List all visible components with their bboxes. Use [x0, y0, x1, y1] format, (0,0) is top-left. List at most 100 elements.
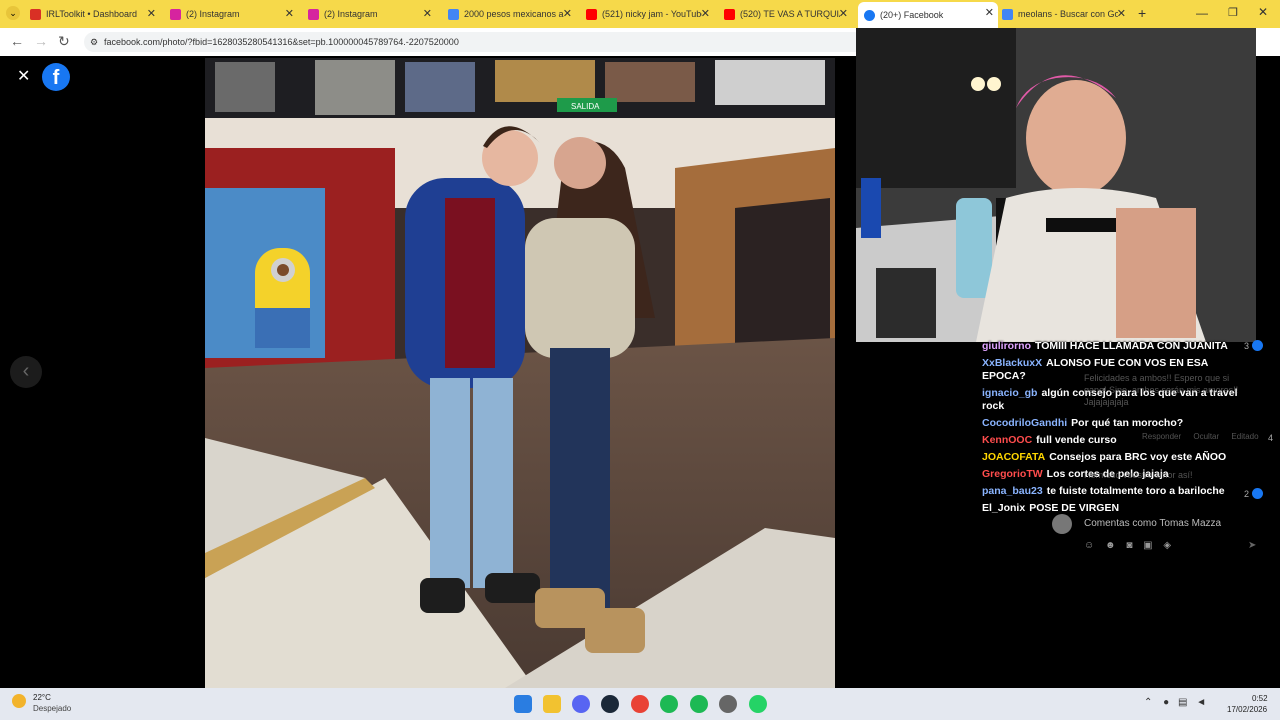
chevron-up-icon[interactable]: ⌃ — [1144, 697, 1152, 708]
whatsapp-icon[interactable] — [749, 695, 767, 713]
chat-username: giulirorno — [982, 340, 1031, 352]
send-icon[interactable]: ➤ — [1248, 540, 1256, 551]
instagram-icon — [170, 8, 181, 20]
microphone-icon[interactable]: ● — [1163, 697, 1169, 708]
tab-close-icon[interactable]: ✕ — [563, 7, 572, 20]
tab-title: meolans - Buscar con Go — [1018, 9, 1118, 19]
like-reaction-icon — [1252, 488, 1263, 499]
volume-icon[interactable]: ◄ — [1196, 697, 1206, 708]
chat-message: giulirorno TOMIII HACE LLAMADA CON JUANIT… — [982, 340, 1250, 353]
chat-username: ignacio_gb — [982, 387, 1038, 399]
close-viewer-button[interactable]: ✕ — [17, 66, 30, 86]
webcam-overlay — [856, 28, 1256, 342]
steam-icon[interactable] — [601, 695, 619, 713]
tab[interactable]: (520) TE VAS A TURQUIA ✕ — [724, 3, 852, 25]
chat-username: El_Jonix — [982, 502, 1026, 514]
comment-actions: Responder Ocultar Editado — [1142, 432, 1259, 441]
gif-icon[interactable]: ▣ — [1143, 540, 1152, 551]
google-icon — [1002, 8, 1013, 20]
reload-button[interactable]: ↻ — [58, 33, 70, 50]
like-reaction-icon — [1252, 340, 1263, 351]
chat-text: TOMIII HACE LLAMADA CON JUANITA — [1035, 340, 1228, 352]
tab[interactable]: IRLToolkit • Dashboard ✕ — [30, 3, 160, 25]
discord-icon[interactable] — [572, 695, 590, 713]
reaction-count: 3 — [1244, 341, 1250, 351]
tab-close-icon[interactable]: ✕ — [985, 6, 994, 19]
file-explorer-icon[interactable] — [543, 695, 561, 713]
commenter-avatar — [1052, 514, 1072, 534]
tab-bar: ⌄ IRLToolkit • Dashboard ✕ (2) Instagram… — [0, 0, 1280, 28]
tab-close-icon[interactable]: ✕ — [285, 7, 294, 20]
maximize-button[interactable]: ❐ — [1228, 6, 1238, 19]
chat-text: Consejos para BRC voy este AÑOO — [1049, 451, 1227, 463]
sticker-icon[interactable]: ◈ — [1163, 540, 1171, 551]
chat-message: JOACOFATA Consejos para BRC voy este AÑOO — [982, 451, 1250, 464]
tab[interactable]: (2) Instagram ✕ — [170, 3, 298, 25]
tab-close-icon[interactable]: ✕ — [423, 7, 432, 20]
facebook-icon — [864, 9, 875, 21]
webcam-image — [856, 28, 1256, 342]
spotify-icon[interactable] — [690, 695, 708, 713]
chat-username: XxBlackuxX — [982, 357, 1043, 369]
chat-username: GregorioTW — [982, 468, 1043, 480]
camera-icon[interactable]: ◙ — [1126, 540, 1132, 551]
google-icon — [448, 8, 459, 20]
clock-time[interactable]: 0:52 — [1252, 694, 1268, 703]
start-button[interactable] — [514, 695, 532, 713]
network-icon[interactable]: ▤ — [1178, 697, 1187, 708]
chat-text: te fuiste totalmente toro a bariloche — [1046, 485, 1225, 497]
settings-icon[interactable] — [719, 695, 737, 713]
hide-link[interactable]: Ocultar — [1193, 432, 1219, 441]
back-button[interactable]: ← — [10, 33, 24, 49]
tab[interactable]: meolans - Buscar con Go ✕ — [1002, 3, 1130, 25]
tab[interactable]: (2) Instagram ✕ — [308, 3, 436, 25]
reply-link[interactable]: Responder — [1142, 432, 1181, 441]
weather-condition: Despejado — [33, 704, 72, 713]
avatar-sticker-icon[interactable]: ☺ — [1084, 540, 1094, 551]
window-close-button[interactable]: ✕ — [1258, 5, 1268, 19]
new-tab-button[interactable]: + — [1138, 5, 1146, 21]
url-text: facebook.com/photo/?fbid=162803528054131… — [104, 37, 459, 47]
comment-text: Felicidades a ambos!! Espero que si gane… — [1084, 373, 1239, 407]
tab[interactable]: 2000 pesos mexicanos a c ✕ — [448, 3, 576, 25]
tab-list-button[interactable]: ⌄ — [6, 6, 20, 20]
tab-close-icon[interactable]: ✕ — [147, 7, 156, 20]
tab-favicon-icon — [30, 8, 41, 20]
tab-title: (2) Instagram — [186, 9, 240, 19]
previous-photo-button[interactable]: ‹ — [10, 356, 42, 388]
salida-sign: SALIDA — [571, 102, 600, 111]
tab-title: (520) TE VAS A TURQUIA — [740, 9, 840, 19]
chrome-icon[interactable] — [631, 695, 649, 713]
tab-title: (20+) Facebook — [880, 10, 944, 20]
site-info-icon[interactable]: ⚙ — [90, 32, 98, 52]
weather-icon — [12, 694, 26, 708]
forward-button[interactable]: → — [34, 33, 48, 49]
tab-close-icon[interactable]: ✕ — [839, 7, 848, 20]
facebook-logo[interactable]: f — [42, 63, 70, 91]
tab[interactable]: (521) nicky jam - YouTube ✕ — [586, 3, 714, 25]
tab-title: (2) Instagram — [324, 9, 378, 19]
chat-username: KennOOC — [982, 434, 1033, 446]
chat-text: full vende curso — [1036, 434, 1117, 446]
reaction-count: 4 — [1268, 433, 1274, 443]
tab-close-icon[interactable]: ✕ — [1117, 7, 1126, 20]
chat-message: pana_bau23 te fuiste totalmente toro a ba… — [982, 485, 1250, 498]
minimize-button[interactable]: — — [1196, 6, 1208, 20]
edited-label: Editado — [1231, 432, 1259, 441]
chat-text: Por qué tan morocho? — [1071, 417, 1184, 429]
spotify-icon[interactable] — [660, 695, 678, 713]
weather-temp: 22°C — [33, 693, 51, 702]
comment-text: Hermoso vuestro amor así! — [1084, 470, 1193, 480]
clock-date[interactable]: 17/02/2026 — [1227, 705, 1267, 714]
tab-active[interactable]: (20+) Facebook ✕ — [858, 2, 998, 28]
tab-close-icon[interactable]: ✕ — [701, 7, 710, 20]
photo: SALIDA — [205, 58, 835, 688]
comment-input[interactable]: Comentas como Tomas Mazza — [1076, 512, 1264, 536]
chat-username: pana_bau23 — [982, 485, 1043, 497]
chat-message: CocodriloGandhi Por qué tan morocho? — [982, 417, 1250, 430]
system-tray: ⌃ ● ▤ ◄ — [1144, 697, 1206, 708]
address-bar[interactable]: ⚙ facebook.com/photo/?fbid=1628035280541… — [84, 32, 864, 52]
photo-image: SALIDA — [205, 58, 835, 688]
emoji-icon[interactable]: ☻ — [1105, 540, 1116, 551]
reaction-count: 2 — [1244, 489, 1250, 499]
